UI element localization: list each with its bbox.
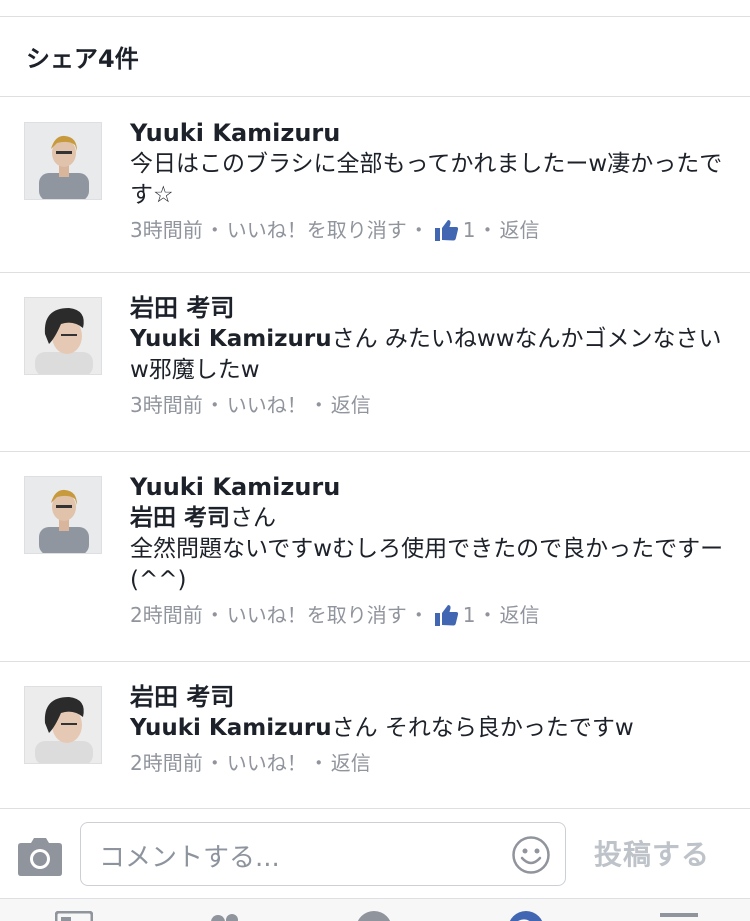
mention-suffix: さん	[331, 326, 378, 352]
post-button[interactable]: 投稿する	[594, 833, 710, 873]
like-link[interactable]: いいね！	[227, 390, 307, 420]
comment-text: 岩田 考司さん全然問題ないですwむしろ使用できたので良かったですー(^^)	[130, 503, 730, 596]
meta-separator: ・	[204, 751, 225, 775]
shares-count[interactable]: シェア4件	[0, 17, 750, 97]
mention-link[interactable]: Yuuki Kamizuru	[130, 326, 332, 352]
reply-link[interactable]: 返信	[499, 600, 539, 630]
notifications-globe-icon[interactable]	[506, 911, 546, 921]
comment: Yuuki Kamizuru 岩田 考司さん全然問題ないですwむしろ使用できたの…	[0, 452, 750, 662]
bottom-tab-bar	[0, 898, 750, 921]
mention-link[interactable]: 岩田 考司	[130, 505, 230, 531]
comment-input[interactable]: コメントする...	[80, 822, 566, 886]
meta-separator: ・	[204, 603, 225, 627]
friends-icon[interactable]	[200, 911, 244, 921]
comment-text: Yuuki Kamizuruさん それなら良かったですw	[130, 713, 730, 744]
comment-message: それなら良かったですw	[384, 715, 634, 741]
news-feed-icon[interactable]	[54, 910, 94, 921]
like-count[interactable]: 1	[463, 600, 476, 630]
comment-meta: 2時間前 ・ いいね！ ・ 返信	[130, 748, 730, 778]
mention-suffix: さん	[230, 505, 277, 531]
avatar[interactable]	[24, 686, 102, 764]
reply-link[interactable]: 返信	[331, 390, 371, 420]
meta-separator: ・	[204, 218, 225, 242]
comment-message: 全然問題ないですwむしろ使用できたので良かったですー(^^)	[130, 536, 724, 593]
avatar[interactable]	[24, 476, 102, 554]
comment-time: 2時間前	[130, 751, 203, 775]
comment-time: 3時間前	[130, 393, 203, 417]
smiley-icon[interactable]	[511, 835, 551, 875]
messenger-icon[interactable]	[354, 911, 394, 921]
comment: Yuuki Kamizuru 今日はこのブラシに全部もってかれましたーw凄かった…	[0, 98, 750, 273]
avatar[interactable]	[24, 122, 102, 200]
shares-label[interactable]: シェア4件	[26, 39, 139, 74]
comment-author[interactable]: Yuuki Kamizuru	[130, 118, 730, 149]
comment-author[interactable]: 岩田 考司	[130, 293, 730, 324]
comment-meta: 3時間前 ・ いいね！を取り消す ・ 1 ・ 返信	[130, 215, 730, 245]
meta-separator: ・	[204, 393, 225, 417]
camera-icon[interactable]	[17, 837, 63, 877]
meta-separator: ・	[408, 218, 429, 242]
meta-separator: ・	[477, 218, 498, 242]
mention-link[interactable]: Yuuki Kamizuru	[130, 715, 332, 741]
comment-time: 3時間前	[130, 218, 203, 242]
comment-meta: 3時間前 ・ いいね！ ・ 返信	[130, 390, 730, 420]
comment-text: Yuuki Kamizuruさん みたいねwwなんかゴメンなさいw邪魔したw	[130, 324, 730, 386]
like-thumb-icon	[433, 603, 459, 627]
comment-time: 2時間前	[130, 603, 203, 627]
comment-text: 今日はこのブラシに全部もってかれましたーw凄かったです☆	[130, 149, 730, 211]
comment-author[interactable]: Yuuki Kamizuru	[130, 472, 730, 503]
mention-suffix: さん	[331, 715, 378, 741]
avatar[interactable]	[24, 297, 102, 375]
comment: 岩田 考司 Yuuki Kamizuruさん みたいねwwなんかゴメンなさいw邪…	[0, 273, 750, 452]
comment-composer: コメントする... 投稿する	[0, 808, 750, 898]
meta-separator: ・	[408, 603, 429, 627]
comment-input-placeholder[interactable]: コメントする...	[99, 837, 280, 874]
unlike-link[interactable]: いいね！を取り消す	[227, 215, 407, 245]
like-count[interactable]: 1	[463, 215, 476, 245]
reply-link[interactable]: 返信	[499, 215, 539, 245]
comment: 岩田 考司 Yuuki Kamizuruさん それなら良かったですw 2時間前 …	[0, 662, 750, 808]
like-link[interactable]: いいね！	[227, 748, 307, 778]
comment-meta: 2時間前 ・ いいね！を取り消す ・ 1 ・ 返信	[130, 600, 730, 630]
like-thumb-icon	[433, 218, 459, 242]
menu-icon[interactable]	[660, 911, 698, 921]
unlike-link[interactable]: いいね！を取り消す	[227, 600, 407, 630]
meta-separator: ・	[308, 393, 329, 417]
reply-link[interactable]: 返信	[331, 748, 371, 778]
meta-separator: ・	[308, 751, 329, 775]
meta-separator: ・	[477, 603, 498, 627]
comment-author[interactable]: 岩田 考司	[130, 682, 730, 713]
comment-message: 今日はこのブラシに全部もってかれましたーw凄かったです☆	[130, 151, 723, 208]
